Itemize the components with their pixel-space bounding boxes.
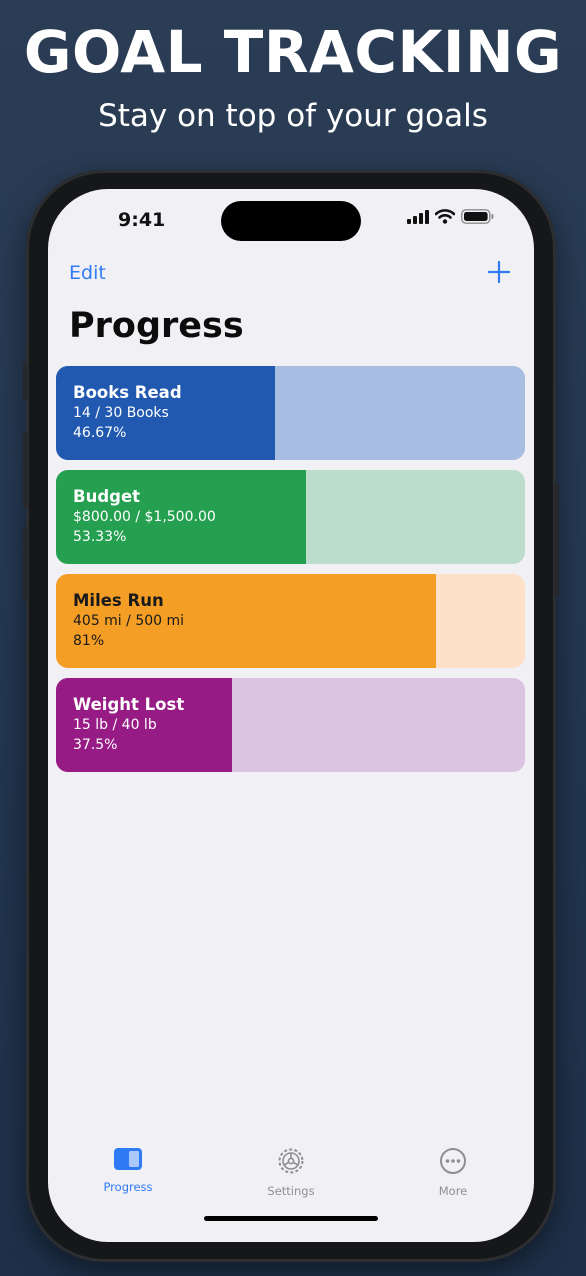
tab-label: Settings: [267, 1184, 315, 1198]
action-button: [23, 362, 28, 400]
edit-button[interactable]: Edit: [69, 262, 106, 284]
tab-label: More: [438, 1184, 468, 1198]
power-button: [554, 482, 559, 598]
goal-name: Books Read: [73, 383, 182, 402]
goal-name: Miles Run: [73, 591, 164, 610]
home-indicator: [204, 1216, 378, 1221]
goal-amount: 405 mi / 500 mi: [73, 613, 185, 629]
gear-icon: [278, 1148, 304, 1174]
tab-settings[interactable]: Settings: [231, 1147, 351, 1198]
goal-amount: $800.00 / $1,500.00: [73, 509, 216, 525]
goal-amount: 15 lb / 40 lb: [73, 717, 157, 733]
add-goal-button[interactable]: [487, 260, 511, 288]
cellular-signal-icon: [407, 209, 429, 224]
wifi-icon: [435, 209, 455, 224]
page-title: Progress: [69, 306, 244, 346]
status-time: 9:41: [118, 209, 166, 231]
app-screen: 9:41 Edit Progress Books Read 14 / 30 Bo…: [48, 189, 534, 1242]
more-icon: [440, 1148, 466, 1174]
goal-name: Budget: [73, 487, 141, 506]
goal-percent: 53.33%: [73, 529, 127, 545]
goal-percent: 46.67%: [73, 425, 127, 441]
goal-name: Weight Lost: [73, 695, 185, 714]
tab-progress[interactable]: Progress: [68, 1147, 188, 1194]
goal-text: Weight Lost 15 lb / 40 lb 37.5%: [73, 695, 184, 755]
tab-label: Progress: [103, 1180, 153, 1194]
volume-up-button: [23, 432, 28, 508]
goal-card-budget[interactable]: Budget $800.00 / $1,500.00 53.33%: [56, 470, 525, 564]
goal-percent: 37.5%: [73, 737, 118, 753]
goal-text: Books Read 14 / 30 Books 46.67%: [73, 383, 182, 443]
promo-headline: GOAL TRACKING: [23, 18, 563, 86]
volume-down-button: [23, 526, 28, 602]
promo-subline: Stay on top of your goals: [98, 98, 488, 134]
goal-list: Books Read 14 / 30 Books 46.67% Budget $…: [56, 366, 525, 782]
battery-icon: [461, 209, 494, 224]
tab-more[interactable]: More: [393, 1147, 513, 1198]
goal-card-books-read[interactable]: Books Read 14 / 30 Books 46.67%: [56, 366, 525, 460]
dynamic-island: [221, 201, 361, 241]
goal-amount: 14 / 30 Books: [73, 405, 169, 421]
status-icons: [407, 209, 494, 224]
tab-bar: Progress Settings More: [48, 1147, 534, 1207]
goal-card-miles-run[interactable]: Miles Run 405 mi / 500 mi 81%: [56, 574, 525, 668]
goal-card-weight-lost[interactable]: Weight Lost 15 lb / 40 lb 37.5%: [56, 678, 525, 772]
goal-text: Miles Run 405 mi / 500 mi 81%: [73, 591, 184, 651]
plus-icon: [487, 260, 511, 284]
goal-percent: 81%: [73, 633, 105, 649]
goal-text: Budget $800.00 / $1,500.00 53.33%: [73, 487, 216, 547]
progress-icon: [114, 1148, 142, 1170]
